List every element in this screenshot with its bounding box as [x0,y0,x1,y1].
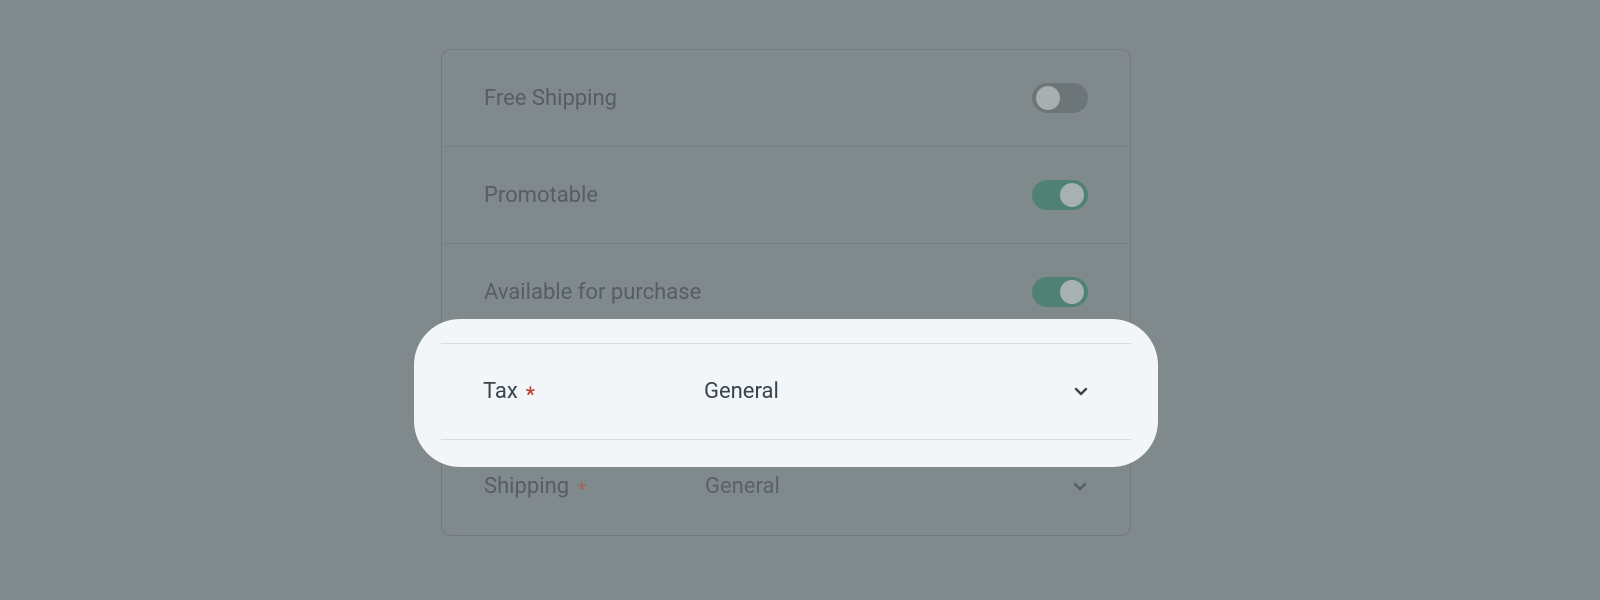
toggle-knob-icon [1060,183,1084,207]
free-shipping-row: Free Shipping [442,50,1130,147]
shipping-value: General [705,474,780,499]
chevron-down-icon [1072,479,1088,495]
promotable-toggle[interactable] [1032,180,1088,210]
chevron-down-icon [1072,381,1088,397]
free-shipping-toggle[interactable] [1032,83,1088,113]
toggle-knob-icon [1036,86,1060,110]
shipping-select[interactable]: General [705,474,1072,499]
toggle-knob-icon [1060,280,1084,304]
shipping-label: Shipping [484,474,569,499]
free-shipping-label: Free Shipping [484,86,617,111]
available-toggle[interactable] [1032,277,1088,307]
tax-label: Tax [484,377,519,402]
required-icon: * [577,477,586,501]
available-row: Available for purchase [442,244,1130,341]
tax-select[interactable]: General [705,377,1072,402]
tax-row: Tax * General [442,341,1130,438]
available-label: Available for purchase [484,280,701,305]
promotable-label: Promotable [484,183,598,208]
shipping-row: Shipping * General [442,438,1130,535]
required-icon: * [527,379,536,403]
tax-value: General [705,377,780,402]
promotable-row: Promotable [442,147,1130,244]
settings-panel: Free Shipping Promotable Available for p… [441,49,1131,536]
